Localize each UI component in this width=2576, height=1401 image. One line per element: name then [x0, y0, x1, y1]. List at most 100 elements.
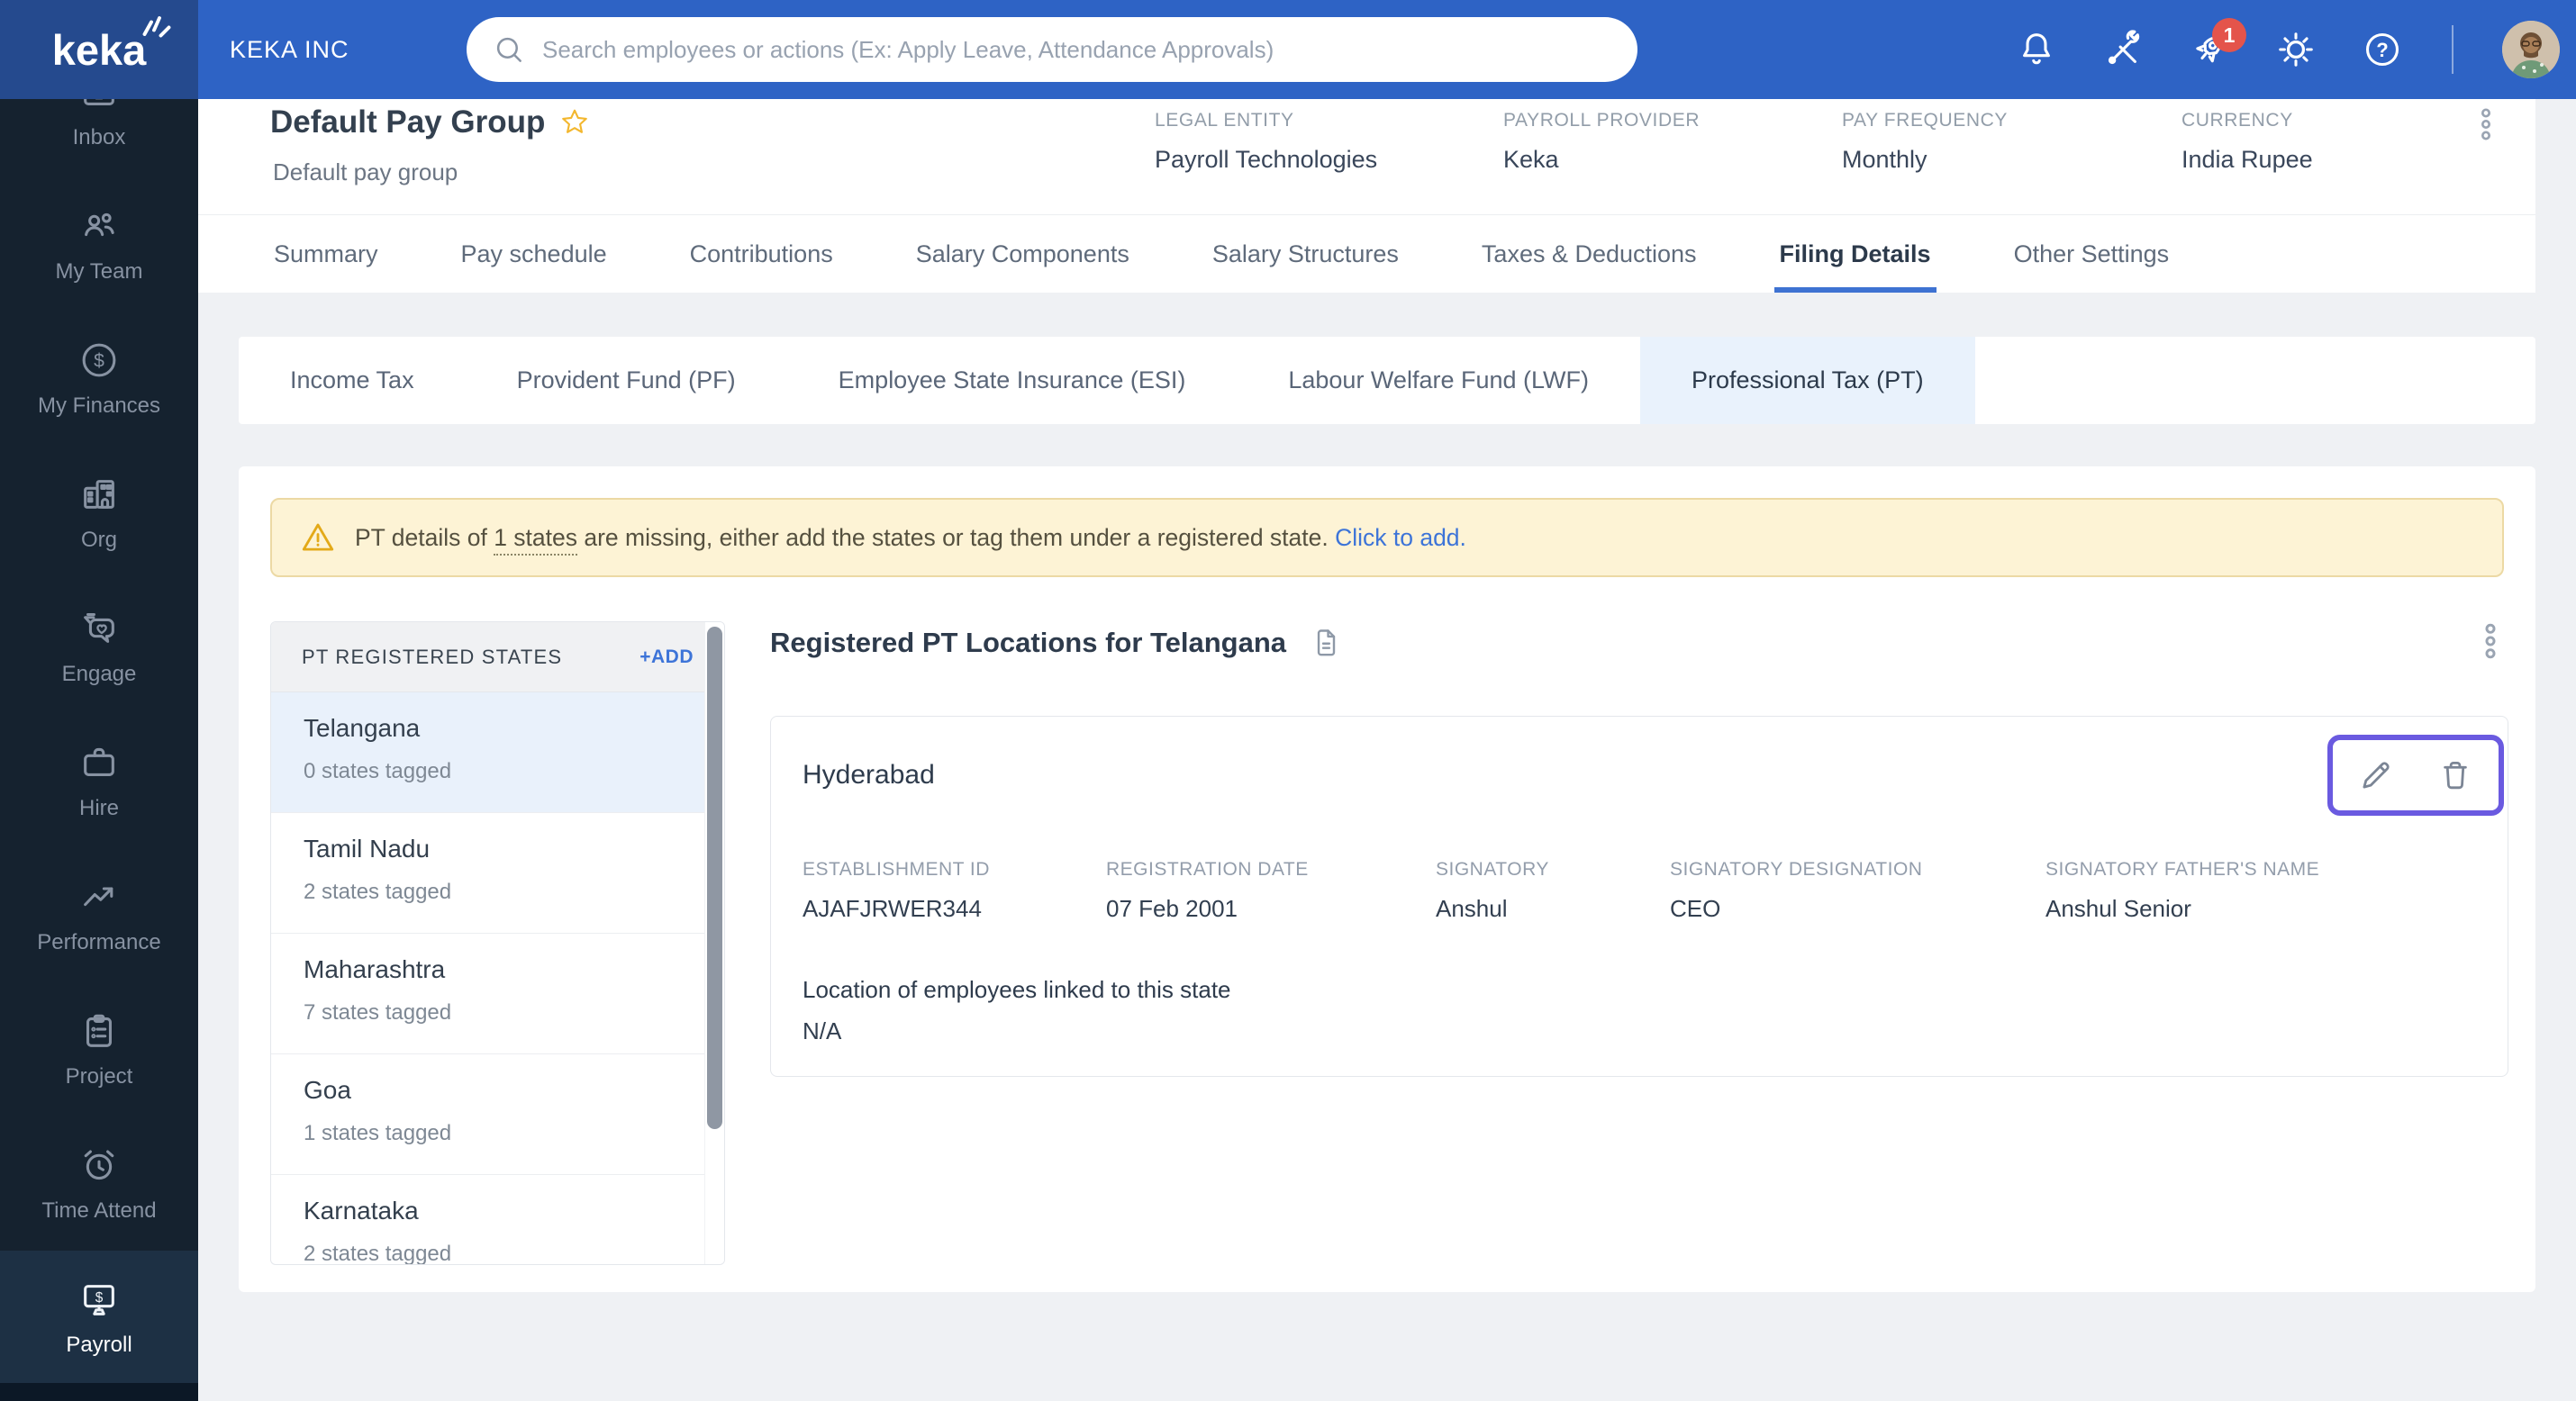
copy-document-icon[interactable]	[1310, 627, 1342, 659]
my-team-icon	[85, 212, 114, 236]
field-value: Monthly	[1842, 146, 1927, 173]
sidebar-item-my-finances[interactable]: $ My Finances	[0, 312, 198, 446]
header-more-menu[interactable]	[2468, 106, 2504, 142]
org-icon	[84, 479, 114, 509]
tab-summary[interactable]: Summary	[274, 215, 378, 293]
linked-employees-label: Location of employees linked to this sta…	[803, 976, 1231, 1003]
whats-new-button[interactable]: 1	[2189, 18, 2246, 70]
subtab-income-tax[interactable]: Income Tax	[239, 337, 466, 424]
tab-filing-details[interactable]: Filing Details	[1773, 215, 1937, 293]
state-tagged-count: 1 states tagged	[304, 1121, 452, 1145]
state-tagged-count: 7 states tagged	[304, 1000, 452, 1025]
click-to-add-link[interactable]: Click to add.	[1335, 524, 1466, 551]
keka-logo[interactable]: keka	[0, 0, 198, 99]
field-value: India Rupee	[2181, 146, 2313, 173]
payroll-provider-field: PAYROLL PROVIDER Keka	[1503, 110, 1700, 174]
tab-contributions[interactable]: Contributions	[690, 215, 833, 293]
field-label: PAY FREQUENCY	[1842, 110, 2009, 131]
locations-more-menu[interactable]	[2471, 621, 2510, 661]
tab-taxes-deductions[interactable]: Taxes & Deductions	[1482, 215, 1697, 293]
sidebar-item-time-attend[interactable]: Time Attend	[0, 1116, 198, 1251]
notifications-button[interactable]	[2016, 29, 2057, 70]
sidebar-item-label: Engage	[61, 661, 137, 686]
pt-registered-states-panel: PT REGISTERED STATES +ADD Telangana 0 st…	[270, 621, 725, 1265]
pay-frequency-field: PAY FREQUENCY Monthly	[1842, 110, 2008, 174]
sidebar-item-label: Inbox	[72, 124, 126, 149]
subtab-provident-fund[interactable]: Provident Fund (PF)	[466, 337, 787, 424]
tab-salary-components[interactable]: Salary Components	[916, 215, 1129, 293]
search-input[interactable]	[542, 35, 1612, 64]
sidebar-item-inbox[interactable]: Inbox	[0, 99, 198, 177]
top-bar: keka KEKA INC 1 ?	[0, 0, 2576, 99]
page-subtitle: Default pay group	[273, 158, 458, 185]
signatory-field: SIGNATORY Anshul	[1436, 859, 1549, 922]
user-avatar[interactable]	[2502, 21, 2560, 78]
help-button[interactable]: ?	[2362, 29, 2403, 70]
location-actions-highlight	[2327, 735, 2504, 816]
state-tagged-count: 2 states tagged	[304, 880, 452, 904]
field-label: PAYROLL PROVIDER	[1503, 110, 1701, 131]
search-icon	[496, 37, 522, 62]
add-state-button[interactable]: +ADD	[639, 646, 694, 668]
state-name: Karnataka	[304, 1197, 419, 1225]
state-row-maharashtra[interactable]: Maharashtra 7 states tagged	[271, 934, 724, 1054]
keka-app: keka KEKA INC 1 ?	[0, 0, 2576, 1401]
topbar-divider	[2452, 25, 2454, 74]
sidebar-item-org[interactable]: Org	[0, 446, 198, 580]
inbox-icon	[84, 99, 114, 105]
tab-salary-structures[interactable]: Salary Structures	[1212, 215, 1399, 293]
registration-date-field: REGISTRATION DATE 07 Feb 2001	[1106, 859, 1309, 922]
pt-location-card: Hyderabad ESTABLISHMENT ID AJAFJRWER344 …	[770, 716, 2508, 1077]
locations-title-row: Registered PT Locations for Telangana	[770, 627, 1342, 659]
linked-employees-value: N/A	[803, 1017, 842, 1044]
gear-icon	[2279, 32, 2313, 67]
bell-icon	[2023, 33, 2050, 65]
tools-button[interactable]	[2102, 29, 2144, 70]
establishment-id-field: ESTABLISHMENT ID AJAFJRWER344	[803, 859, 990, 922]
hire-icon	[84, 747, 114, 776]
edit-pencil-icon[interactable]	[2357, 756, 2395, 794]
favorite-star-icon[interactable]	[559, 107, 590, 138]
state-row-tamil-nadu[interactable]: Tamil Nadu 2 states tagged	[271, 813, 724, 934]
global-search[interactable]	[467, 17, 1637, 82]
state-row-karnataka[interactable]: Karnataka 2 states tagged	[271, 1175, 724, 1264]
delete-trash-icon[interactable]	[2436, 756, 2474, 794]
kebab-menu-icon	[2481, 108, 2491, 140]
subtab-professional-tax[interactable]: Professional Tax (PT)	[1639, 337, 1975, 424]
state-name: Maharashtra	[304, 955, 446, 983]
time-attend-icon	[84, 1150, 114, 1180]
locations-title: Registered PT Locations for Telangana	[770, 627, 1287, 658]
subtab-lwf[interactable]: Labour Welfare Fund (LWF)	[1237, 337, 1640, 424]
state-row-telangana[interactable]: Telangana 0 states tagged	[271, 692, 724, 813]
project-icon	[86, 1014, 112, 1047]
sidebar-item-label: My Finances	[37, 393, 161, 418]
tab-pay-schedule[interactable]: Pay schedule	[461, 215, 607, 293]
sidebar-item-my-team[interactable]: My Team	[0, 177, 198, 312]
warning-text: PT details of 1 states are missing, eith…	[355, 523, 1466, 556]
state-row-goa[interactable]: Goa 1 states tagged	[271, 1054, 724, 1175]
state-name: Telangana	[304, 714, 421, 742]
sidebar-item-payroll[interactable]: $ Payroll	[0, 1251, 198, 1385]
sidebar-item-engage[interactable]: Engage	[0, 580, 198, 714]
states-scrollbar[interactable]	[707, 627, 722, 1129]
tab-other-settings[interactable]: Other Settings	[2014, 215, 2170, 293]
sidebar-item-performance[interactable]: Performance	[0, 848, 198, 982]
sidebar-item-label: My Team	[55, 258, 143, 284]
sidebar-item-label: Project	[65, 1063, 133, 1089]
svg-text:$: $	[94, 350, 104, 371]
help-icon: ?	[2365, 32, 2399, 67]
sidebar-item-label: Time Attend	[41, 1198, 157, 1223]
sidebar-item-project[interactable]: Project	[0, 982, 198, 1116]
professional-tax-panel: PT details of 1 states are missing, eith…	[239, 466, 2535, 1292]
subtab-esi[interactable]: Employee State Insurance (ESI)	[787, 337, 1238, 424]
currency-field: CURRENCY India Rupee	[2181, 110, 2313, 174]
states-panel-title: PT REGISTERED STATES	[302, 645, 563, 668]
svg-text:?: ?	[2376, 39, 2388, 61]
settings-button[interactable]	[2275, 29, 2317, 70]
sidebar-item-hire[interactable]: Hire	[0, 714, 198, 848]
svg-text:$: $	[95, 1289, 104, 1305]
location-name: Hyderabad	[803, 760, 935, 790]
missing-states-count[interactable]: 1 states	[494, 523, 577, 556]
field-value: Payroll Technologies	[1155, 146, 1378, 173]
logo-spark-icon	[142, 16, 171, 38]
